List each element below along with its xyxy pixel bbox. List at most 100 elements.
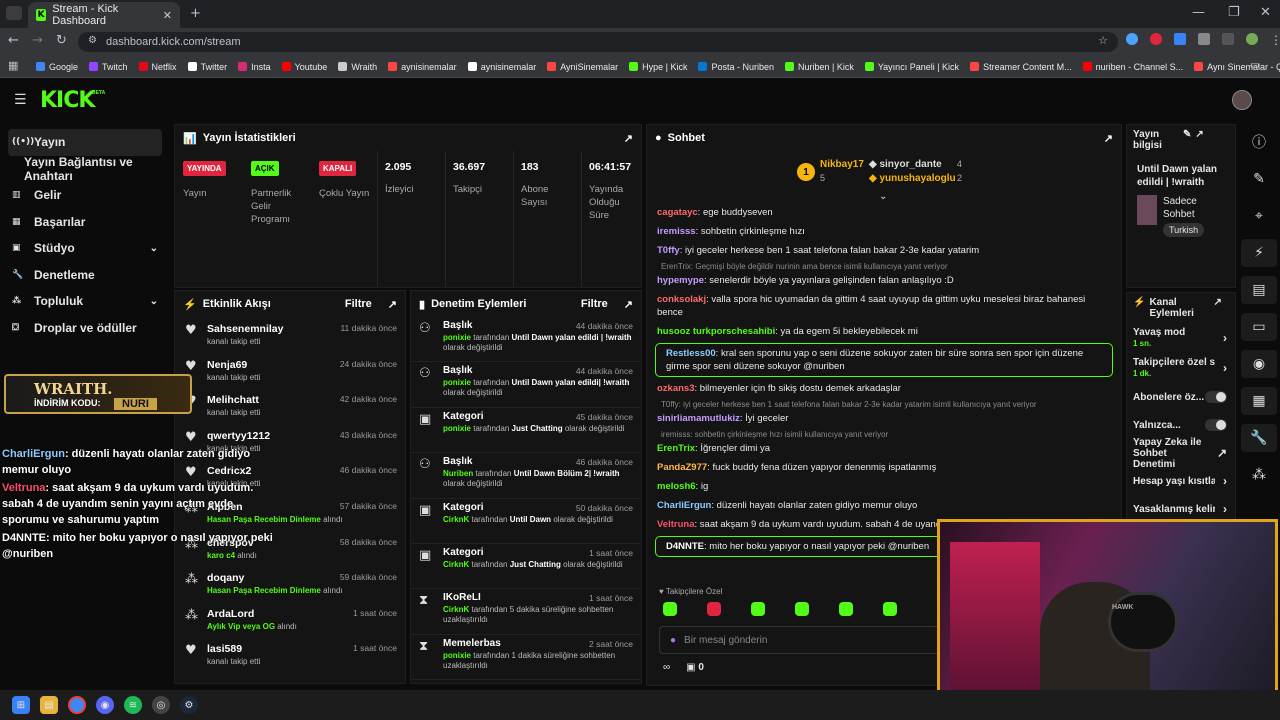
popout-icon[interactable]: ↗ [1195,129,1203,151]
chat-message[interactable]: melosh6: ig [647,477,1121,496]
chrome-icon[interactable] [68,696,86,714]
back-icon[interactable]: ← [8,33,19,48]
chat-message[interactable]: cagatayc: ege buddyseven [647,203,1121,222]
chat-username[interactable]: Restless00 [666,348,716,359]
chat-username[interactable]: ozkans3 [657,383,695,394]
chevron-right-icon[interactable]: › [1223,474,1227,488]
chat-username[interactable]: melosh6 [657,481,696,492]
sidebar-item[interactable]: ▣ Stüdyo ⌄ [0,235,170,262]
sidebar-item[interactable]: ((•)) Yayın [8,129,162,156]
channel-control[interactable]: Abonelere öz... [1127,383,1235,411]
chevron-down-icon[interactable]: ⌄ [879,191,887,202]
chat-message[interactable]: ozkans3: bilmeyenler için fb sikiş dostu… [647,379,1121,398]
emote-icon[interactable] [883,602,897,616]
site-info-icon[interactable]: ⚙ [88,35,97,46]
pencil-icon[interactable]: ✎ [1183,129,1191,151]
activity-user[interactable]: doqany [207,572,244,584]
chat-username[interactable]: hypemype [657,275,704,286]
activity-row[interactable]: ♥ Nenja69 24 dakika önce kanalı takip etti [175,353,405,389]
channel-control[interactable]: Takipçilere özel s1 dk. › [1127,353,1235,383]
community-icon[interactable]: ⁂ [1241,461,1277,489]
chevron-down-icon[interactable]: ⌄ [150,296,158,307]
obs-icon[interactable]: ◎ [152,696,170,714]
mod-actor[interactable]: ponixie [443,378,471,387]
chat-message[interactable]: iremisss: sohbetin çirkinleşme hızı [647,222,1121,241]
bookmark-item[interactable]: Streamer Content M... [970,62,1072,72]
mod-row[interactable]: ⚇ Başlık 44 dakika önce ponixie tarafından … [411,362,641,408]
activity-row[interactable]: ♥ lasi589 1 saat önce kanalı takip etti [175,637,405,673]
mod-row[interactable]: ⧗ IKoReLI 1 saat önce CirknK tarafından 5 d… [411,589,641,635]
bookmark-item[interactable]: Nuriben | Kick [784,62,854,72]
top-chatter-name[interactable]: Nikbay17 [820,159,864,170]
emote-icon[interactable] [751,602,765,616]
activity-row[interactable]: ⁂ doqany 59 dakika önce Hasan Paşa Recebim … [175,566,405,602]
windows-start-icon[interactable]: ⊞ [12,696,30,714]
chat-message[interactable]: hypemype: senelerdir böyle ya yayınlara … [647,271,1121,290]
pencil-icon[interactable]: ✎ [1241,165,1277,193]
hamburger-menu-icon[interactable]: ☰ [14,92,27,108]
apps-grid-icon[interactable]: ▦ [8,59,18,72]
activity-user[interactable]: Melihchatt [207,394,259,406]
chat-username[interactable]: D4NNTE [666,541,704,552]
emote-icon[interactable] [707,602,721,616]
extension-icon[interactable] [1150,33,1162,45]
chat-username[interactable]: PandaZ977 [657,462,707,473]
spotify-icon[interactable]: ≋ [124,696,142,714]
popout-icon[interactable]: ↗ [388,298,397,311]
bookmark-item[interactable]: Youtube [281,62,327,72]
mod-row[interactable]: ⚇ Başlık 46 dakika önce Nuriben tarafından … [411,453,641,499]
chat-username[interactable]: ErenTrix [657,443,695,454]
sidebar-panel-icon[interactable] [1222,33,1234,45]
layout-icon[interactable]: ▦ [1241,387,1277,415]
activity-row[interactable]: ♥ Sahsenemnilay 11 dakika önce kanalı takip… [175,317,405,353]
focus-icon[interactable]: ⌖ [1241,202,1277,230]
chat-message[interactable]: T0ffy: iyi geceler herkese ben 1 saat te… [647,241,1121,260]
chat-message[interactable]: ErenTrix: İğrençler dimi ya [647,439,1121,458]
browser-tab[interactable]: K Stream - Kick Dashboard ✕ [28,2,180,28]
bookmark-item[interactable]: aynisinemalar [467,62,536,72]
chat-message[interactable]: sinirliamamutlukiz: İyi geceler [647,409,1121,428]
sidebar-item[interactable]: Yayın Bağlantısı ve Anahtarı [0,155,170,183]
lightning-icon[interactable]: ⚡ [1241,239,1277,267]
bookmark-item[interactable]: Wraith [338,62,377,72]
chat-message[interactable]: PandaZ977: fuck buddy fena düzen yapıyor… [647,458,1121,477]
channel-control[interactable]: Yavaş mod 1 sn. › [1127,323,1235,353]
user-avatar[interactable] [1232,90,1252,110]
chat-username[interactable]: husooz turkporschesahibi [657,326,775,337]
mod-actor[interactable]: Nuriben [443,469,473,478]
chat-username[interactable]: T0ffy [657,245,680,256]
url-field[interactable]: ⚙ dashboard.kick.com/stream ☆ [78,32,1118,52]
info-icon[interactable]: ⓘ [1241,128,1277,156]
clipboard-icon[interactable]: ▤ [1241,276,1277,304]
infinity-icon[interactable]: ∞ [663,662,670,673]
chevron-down-icon[interactable]: ⌄ [150,243,158,254]
toggle-switch[interactable] [1205,419,1227,431]
extension-icon[interactable] [1126,33,1138,45]
tab-search-icon[interactable] [6,6,22,20]
microphone-icon[interactable]: ● [670,635,676,646]
activity-user[interactable]: Nenja69 [207,359,247,371]
channel-control[interactable]: Hesap yaşı kısıtla › [1127,467,1235,495]
popout-icon[interactable]: ↗ [624,298,633,311]
popout-icon[interactable]: ↗ [1104,132,1113,145]
bookmark-item[interactable]: Google [36,62,78,72]
mod-row[interactable]: ▣ Kategori 50 dakika önce CirknK tarafından… [411,499,641,544]
bookmark-item[interactable]: AyniSinemalar [547,62,618,72]
mod-actor[interactable]: ponixie [443,651,471,660]
bookmark-item[interactable]: Twitch [89,62,128,72]
steam-icon[interactable]: ⚙ [180,696,198,714]
minimize-icon[interactable]: — [1192,5,1205,20]
extensions-puzzle-icon[interactable] [1198,33,1210,45]
channel-control[interactable]: Yalnızca... [1127,411,1235,439]
bookmark-item[interactable]: aynisinemalar [388,62,457,72]
mod-row[interactable]: ⚇Başlık2 saat önce [411,680,641,683]
toggle-switch[interactable] [1205,391,1227,403]
chat-username[interactable]: iremisss [657,226,696,237]
chat-username[interactable]: Veltruna [657,519,695,530]
activity-user[interactable]: Sahsenemnilay [207,323,283,335]
top-chatter-name[interactable]: ◆ yunushayaloglu [869,173,956,184]
chat-message[interactable]: CharliErgun: düzenli hayatı olanlar zate… [647,496,1121,515]
activity-row[interactable]: ♥Melihchatt42 dakika öncekanalı takip et… [175,388,405,424]
mod-row[interactable]: ▣ Kategori 45 dakika önce ponixie tarafında… [411,408,641,454]
maximize-icon[interactable]: ❐ [1228,5,1240,20]
